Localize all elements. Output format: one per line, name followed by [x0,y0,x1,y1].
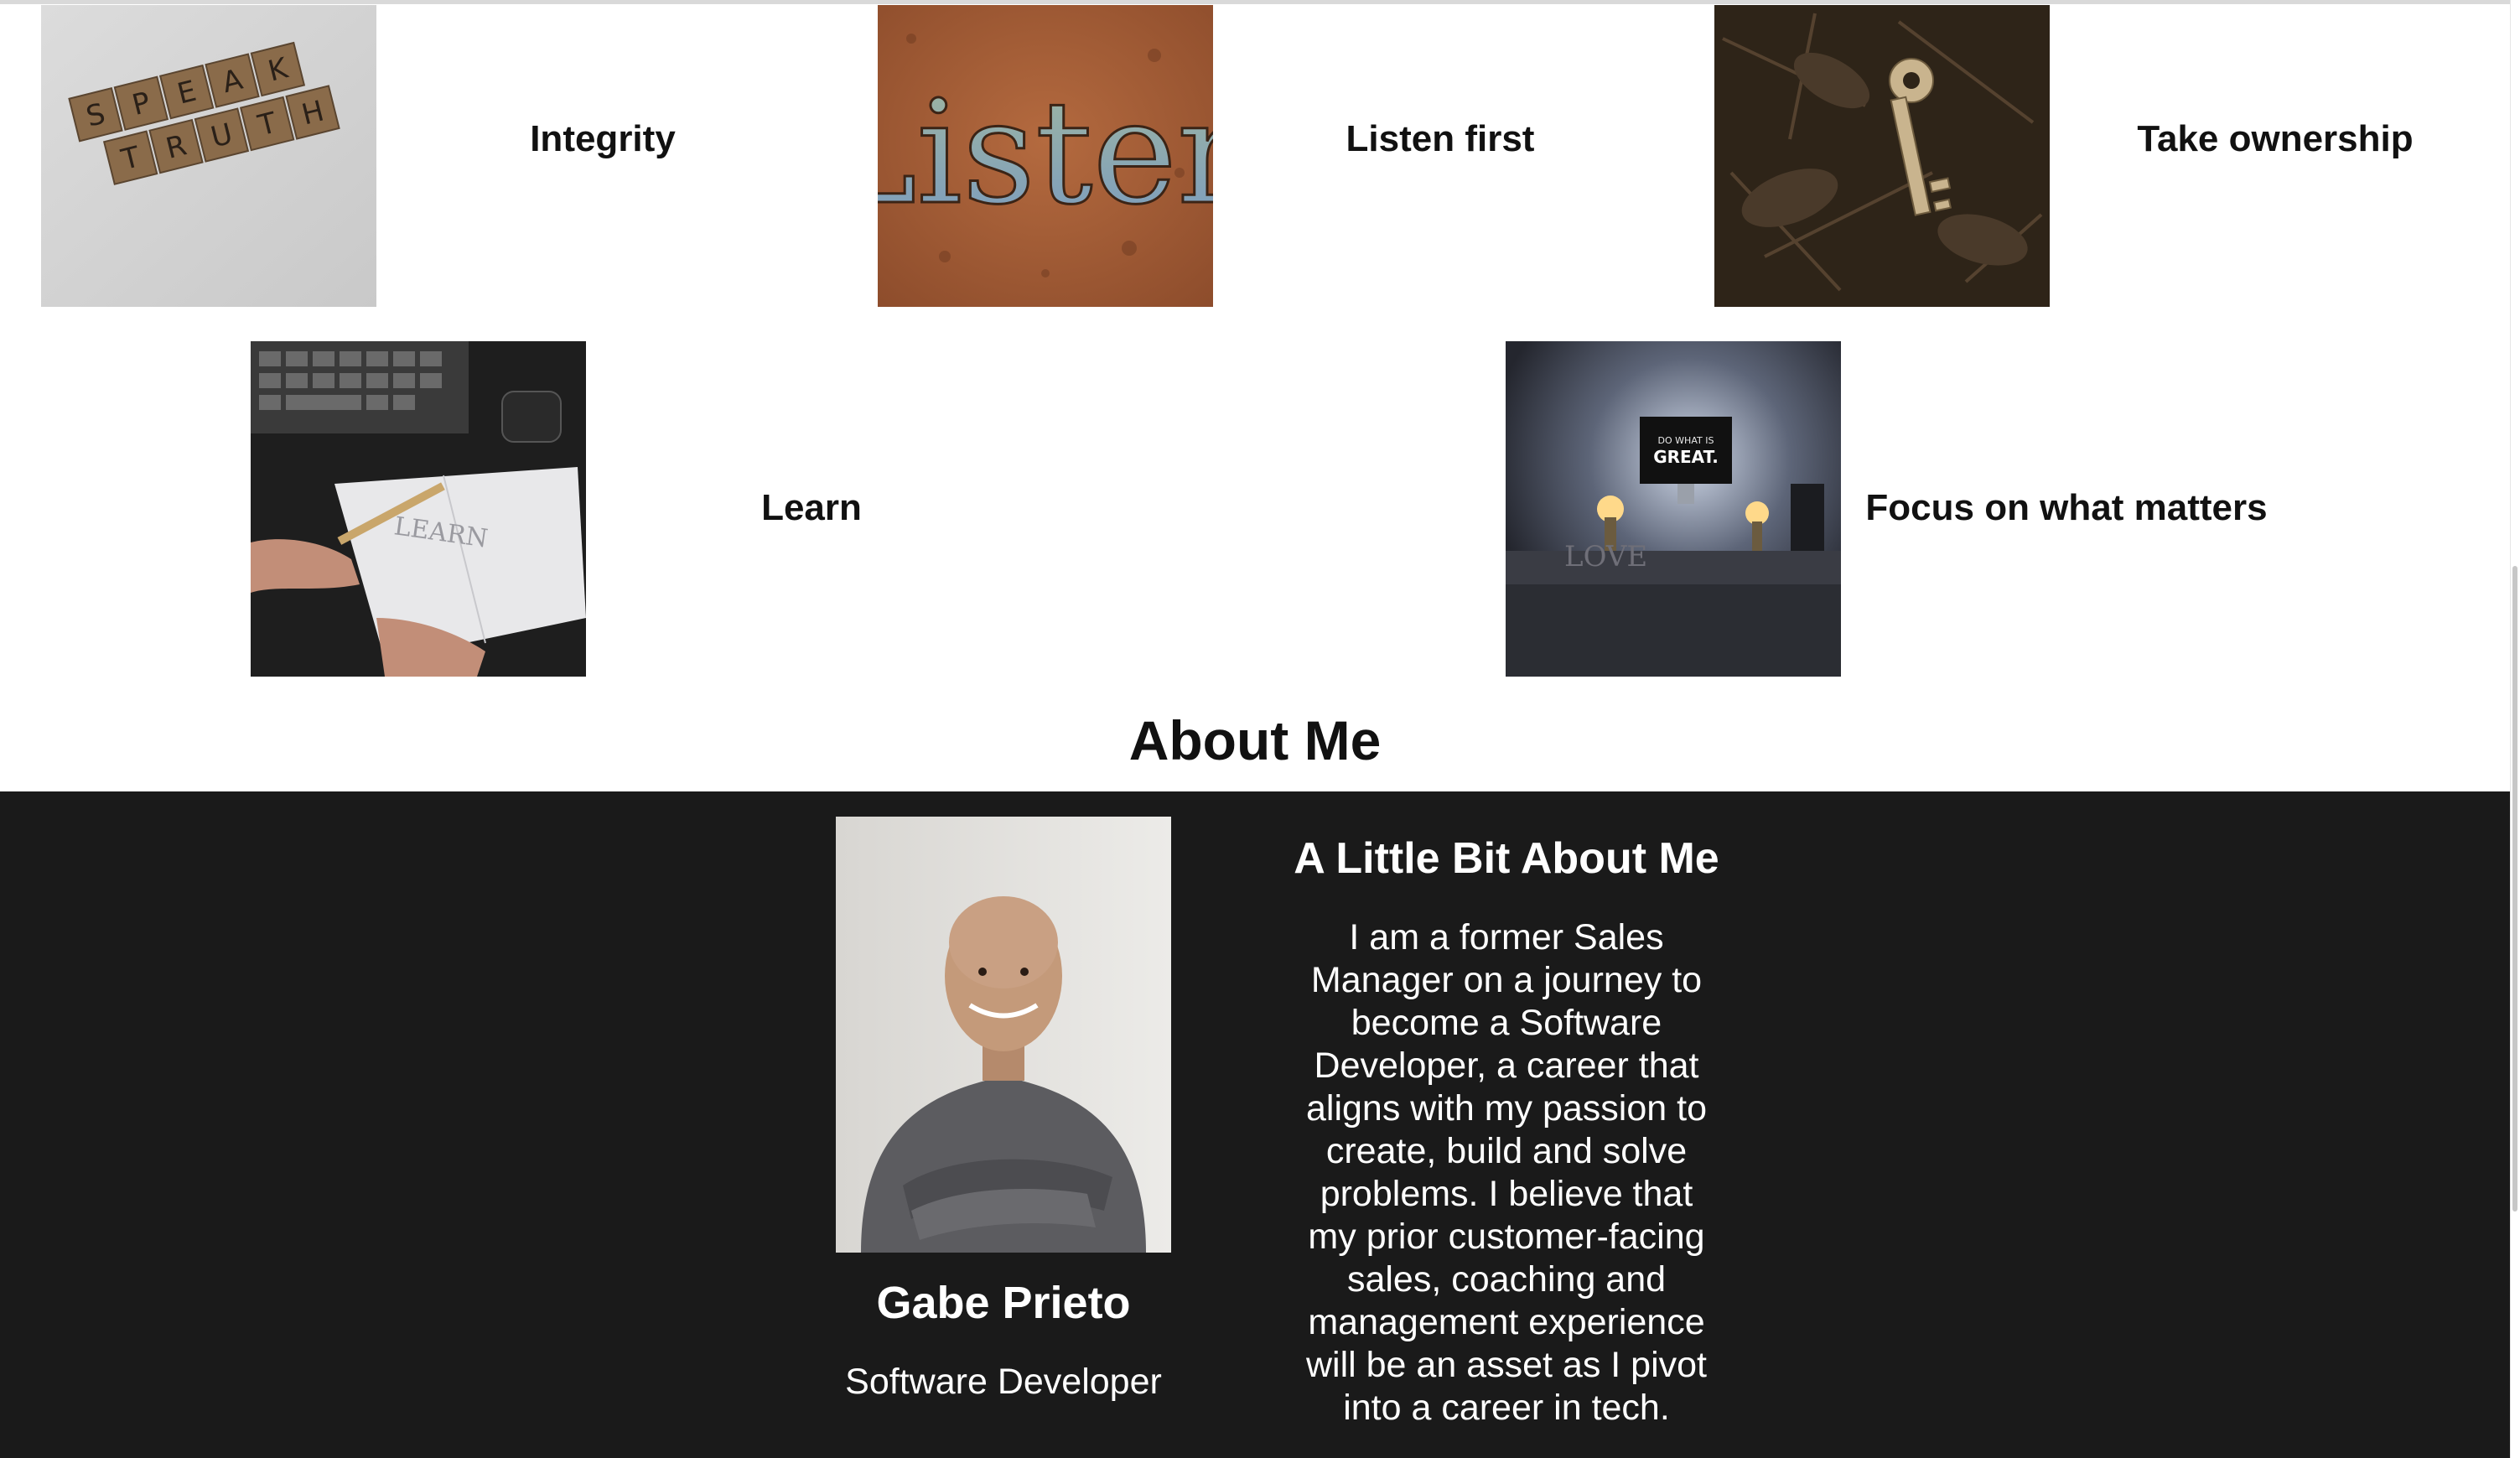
value-label-focus: Focus on what matters [1865,487,2268,528]
svg-text:Listen: Listen [878,70,1213,236]
page: SP EAK TRU TH Integrity iste Listen firs… [0,0,2520,1458]
desk-monitor-setup-image: DO WHAT IS GREAT. LOVE [1506,341,1841,677]
value-label-take-ownership: Take ownership [2137,118,2414,159]
top-divider [0,0,2520,4]
about-bio: I am a former Sales Manager on a journey… [1305,917,1708,1428]
about-section [0,791,2510,1458]
value-image-listen-first: Listen [878,5,1213,307]
value-label-integrity: Integrity [530,118,676,159]
hand-writing-notebook-image: LEARN [251,341,586,677]
person-role: Software Developer [845,1362,1162,1402]
about-subheading: A Little Bit About Me [1294,834,1719,883]
svg-text:LOVE: LOVE [1564,540,1647,573]
value-label-listen-first: Listen first [1346,118,1535,159]
value-image-focus: DO WHAT IS GREAT. LOVE [1506,341,1841,677]
svg-text:GREAT.: GREAT. [1653,447,1719,467]
value-image-integrity: SP EAK TRU TH [41,5,376,307]
value-label-learn: Learn [761,487,862,528]
scrollbar-thumb[interactable] [2512,566,2517,1212]
value-image-learn: LEARN [251,341,586,677]
about-me-heading: About Me [1128,709,1382,771]
speak-truth-scrabble-tiles-image: SP EAK TRU TH [41,5,376,307]
svg-text:DO WHAT IS: DO WHAT IS [1658,435,1714,446]
profile-photo [836,817,1171,1253]
value-image-take-ownership [1714,5,2050,307]
person-name: Gabe Prieto [876,1278,1131,1328]
rusted-metal-listen-image: Listen [878,5,1213,307]
portrait-image [836,817,1171,1253]
key-on-leaves-image [1714,5,2050,307]
